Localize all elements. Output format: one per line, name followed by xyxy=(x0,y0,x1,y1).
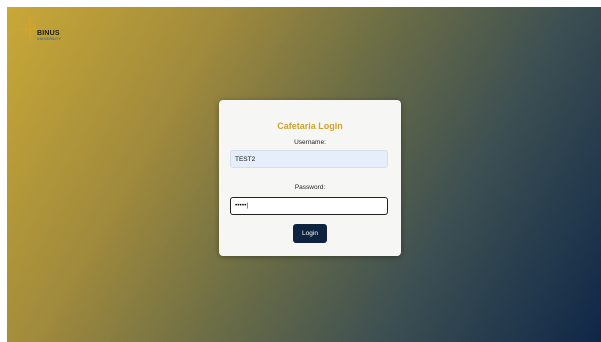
login-card: Cafetaria Login Username: TEST2 Password… xyxy=(219,100,401,256)
binus-logo: BINUS UNIVERSITY xyxy=(17,15,75,47)
password-input[interactable]: •••••| xyxy=(230,197,388,215)
username-input[interactable]: TEST2 xyxy=(230,150,388,168)
login-title: Cafetaria Login xyxy=(277,121,343,131)
username-label: Username: xyxy=(294,139,326,146)
logo-subtitle: UNIVERSITY xyxy=(37,37,62,41)
logo-name: BINUS xyxy=(37,30,60,37)
login-button[interactable]: Login xyxy=(293,224,327,243)
password-label: Password: xyxy=(294,184,326,191)
page-background: BINUS UNIVERSITY Cafetaria Login Usernam… xyxy=(7,7,601,342)
